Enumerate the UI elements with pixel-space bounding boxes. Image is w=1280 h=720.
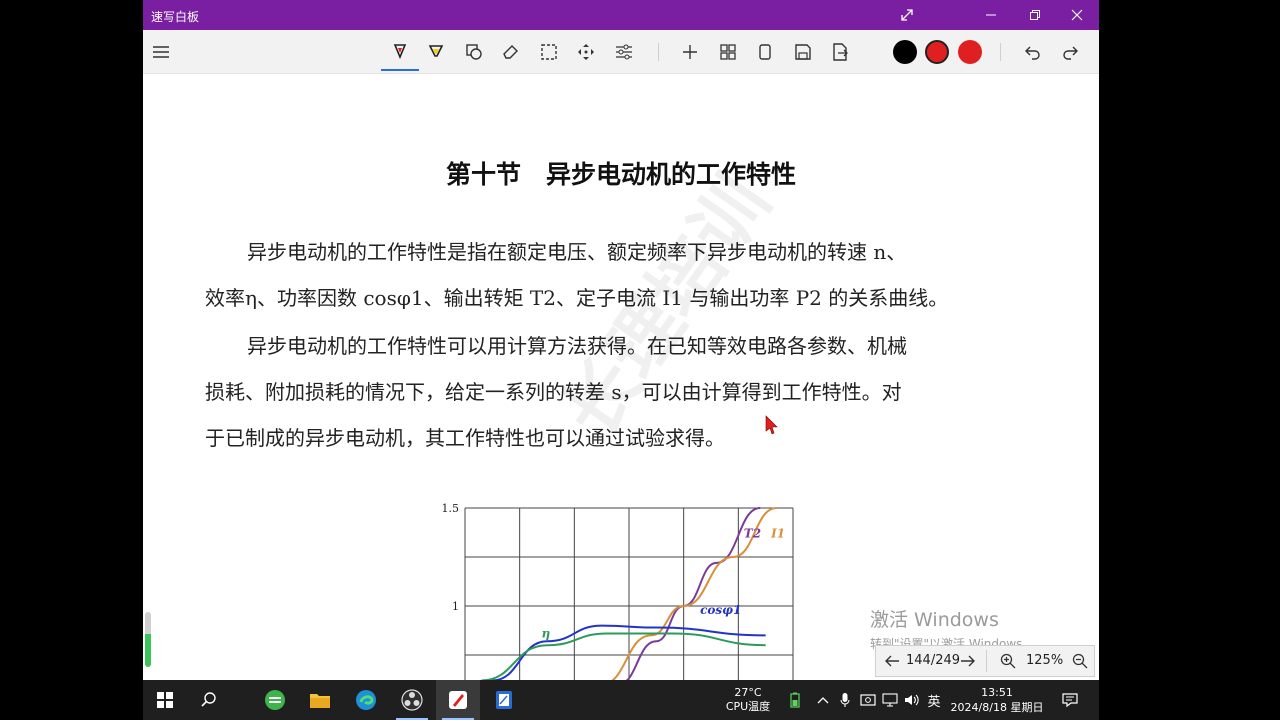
screen-capture-icon[interactable]: [857, 680, 879, 720]
menu-icon[interactable]: [145, 36, 177, 68]
move-icon[interactable]: [570, 36, 602, 68]
page-navigator: 144/249 125%: [875, 645, 1095, 677]
restore-button[interactable]: [1015, 0, 1055, 30]
battery-icon[interactable]: [785, 680, 805, 720]
toolbar: [143, 30, 1099, 74]
zoom-level: 125%: [1026, 653, 1064, 668]
minimize-button[interactable]: [971, 0, 1011, 30]
characteristics-chart: 1.5 1 T2 I1 cosφ1 η: [442, 502, 794, 680]
undo-icon[interactable]: [1017, 36, 1049, 68]
volume-icon[interactable]: [901, 680, 923, 720]
app-window: 速写白板 长理培训 第十节 异步电动机的工作特性 异步电动机的工作特性是指在额定…: [143, 0, 1099, 720]
temperature-value: 27°C: [734, 686, 762, 699]
series-label-η: η: [542, 626, 551, 640]
document-canvas[interactable]: 长理培训 第十节 异步电动机的工作特性 异步电动机的工作特性是指在额定电压、额定…: [143, 75, 1099, 680]
pen-cursor: [765, 415, 778, 435]
activation-title: 激活 Windows: [870, 609, 999, 631]
paragraph-2: 异步电动机的工作特性可以用计算方法获得。在已知等效电路各参数、机械 损耗、附加损…: [205, 323, 1045, 461]
series-label-I1: I1: [770, 526, 785, 540]
browser-360-icon[interactable]: [253, 680, 297, 720]
chevron-up-icon[interactable]: [813, 680, 833, 720]
zoom-in-icon[interactable]: [1000, 653, 1016, 669]
eraser-icon[interactable]: [495, 36, 527, 68]
microphone-icon[interactable]: [835, 680, 855, 720]
series-line-η: [481, 632, 766, 680]
start-button[interactable]: [143, 680, 187, 720]
ime-indicator[interactable]: 英: [923, 680, 945, 720]
series-label-cosφ1: cosφ1: [700, 603, 741, 617]
highlighter-icon[interactable]: [420, 36, 452, 68]
y-tick-label: 1.5: [442, 502, 460, 515]
save-icon[interactable]: [787, 36, 819, 68]
pager-divider: [986, 650, 987, 672]
next-page-icon[interactable]: [960, 654, 976, 668]
file-explorer-icon[interactable]: [298, 680, 342, 720]
resize-icon[interactable]: [887, 0, 927, 30]
prev-page-icon[interactable]: [884, 654, 900, 668]
toolbar-divider: [1000, 43, 1001, 61]
series-label-T2: T2: [744, 526, 761, 540]
page-icon[interactable]: [749, 36, 781, 68]
search-icon[interactable]: [187, 680, 231, 720]
obs-icon[interactable]: [390, 680, 434, 720]
redo-icon[interactable]: [1054, 36, 1086, 68]
temperature-label: CPU温度: [725, 700, 771, 713]
paragraph-line: 效率η、功率因数 cosφ1、输出转矩 T2、定子电流 I1 与输出功率 P2 …: [205, 286, 949, 310]
clock[interactable]: 13:51 2024/8/18 星期日: [947, 680, 1047, 720]
notepad-app-icon[interactable]: [482, 680, 526, 720]
pen-tool-icon[interactable]: [381, 36, 419, 71]
y-tick-label: 1: [452, 600, 459, 613]
cpu-temperature-widget[interactable]: 27°C CPU温度: [720, 680, 776, 720]
color-swatch-black[interactable]: [893, 40, 917, 64]
pages-grid-icon[interactable]: [712, 36, 744, 68]
paragraph-line: 异步电动机的工作特性是指在额定电压、额定频率下异步电动机的转速 n、: [247, 240, 907, 264]
clock-time: 13:51: [981, 686, 1013, 699]
network-icon[interactable]: [879, 680, 901, 720]
taskbar: 27°C CPU温度 英 13:51 2024/8/18 星期日: [143, 680, 1099, 720]
edge-icon[interactable]: [344, 680, 388, 720]
color-swatch-red[interactable]: [958, 40, 982, 64]
color-swatch-red-selected[interactable]: [925, 40, 949, 64]
side-panel-handle[interactable]: [145, 612, 151, 667]
zoom-out-icon[interactable]: [1072, 653, 1088, 669]
clock-date: 2024/8/18 星期日: [950, 701, 1044, 714]
export-icon[interactable]: [824, 36, 856, 68]
paragraph-line: 异步电动机的工作特性可以用计算方法获得。在已知等效电路各参数、机械: [247, 334, 907, 358]
series-line-T2: [625, 507, 761, 680]
select-icon[interactable]: [533, 36, 565, 68]
settings-sliders-icon[interactable]: [608, 36, 640, 68]
section-heading: 第十节 异步电动机的工作特性: [445, 160, 796, 189]
paragraph-1: 异步电动机的工作特性是指在额定电压、额定频率下异步电动机的转速 n、 效率η、功…: [205, 229, 1045, 321]
paragraph-line: 损耗、附加损耗的情况下，给定一系列的转差 s，可以由计算得到工作特性。对: [205, 380, 902, 404]
paragraph-line: 于已制成的异步电动机，其工作特性也可以通过试验求得。: [205, 426, 725, 450]
title-bar: 速写白板: [143, 0, 1099, 30]
whiteboard-app-icon[interactable]: [436, 680, 480, 720]
notification-icon[interactable]: [1055, 680, 1085, 720]
shapes-icon[interactable]: [458, 36, 490, 68]
window-title: 速写白板: [151, 10, 200, 24]
close-button[interactable]: [1057, 0, 1097, 30]
page-indicator: 144/249: [906, 653, 961, 668]
add-page-icon[interactable]: [674, 36, 706, 68]
toolbar-divider: [658, 43, 659, 61]
